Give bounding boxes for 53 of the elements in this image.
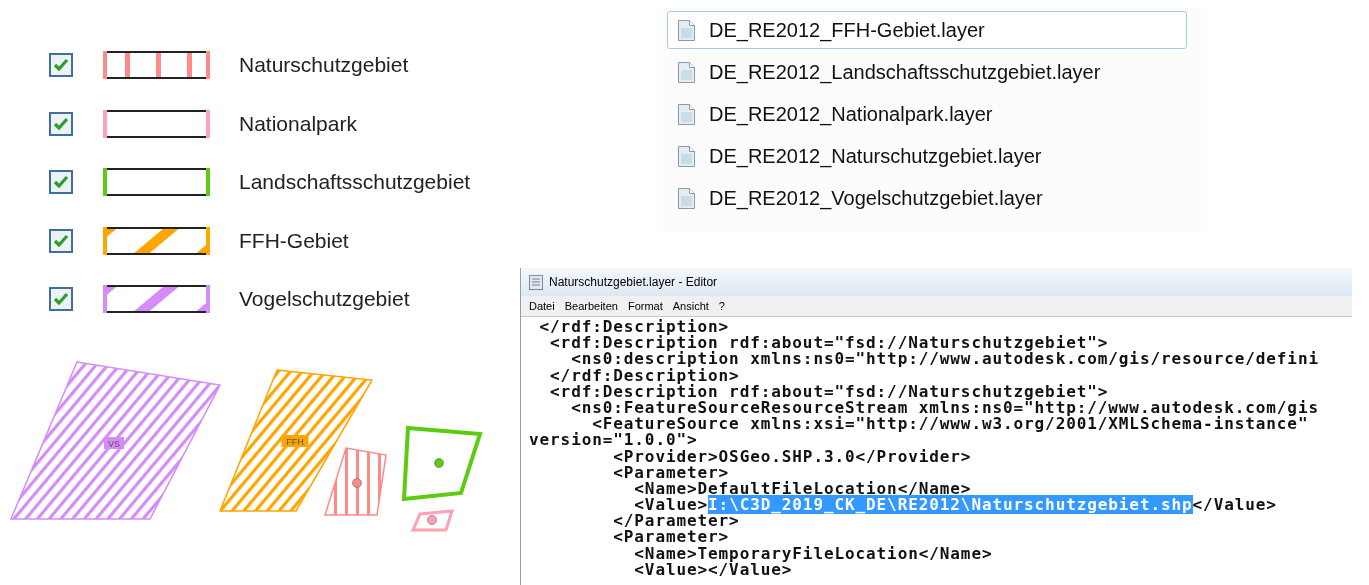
menu-item[interactable]: Datei	[524, 300, 560, 312]
menu-item[interactable]: ?	[713, 300, 730, 312]
code-line: <ns0:FeatureSourceResourceStream xmlns:ns0="http://www.autodesk.com/gis	[571, 399, 1320, 417]
legend-label: Landschaftsschutzgebiet	[239, 170, 471, 195]
legend-label: Vogelschutzgebiet	[239, 287, 410, 312]
layer-checkbox[interactable]	[49, 111, 73, 136]
file-item[interactable]: DE_RE2012_FFH-Gebiet.layer	[667, 11, 1187, 49]
notepad-icon	[529, 274, 543, 290]
legend-label: FFH-Gebiet	[239, 228, 349, 253]
layer-checkbox[interactable]	[49, 287, 73, 312]
layer-checkbox[interactable]	[49, 228, 73, 253]
code-line: </rdf:Description>	[538, 319, 731, 336]
selected-text: I:\C3D_2019_CK_DE\RE2012\Naturschutzgebiet.shp	[708, 495, 1193, 515]
code-line: <ns0:description xmlns:ns0="http://www.autodesk.com/gis/resource/defini	[571, 351, 1320, 368]
code-text: <Value>	[634, 495, 709, 515]
code-line: </Parameter>	[612, 513, 740, 530]
document-icon	[678, 145, 695, 167]
code-line: <Provider>OSGeo.SHP.3.0</Provider>	[612, 448, 973, 465]
checkmark-icon	[53, 292, 69, 307]
code-line: <rdf:Description rdf:about="fsd://Naturschutzgebiet">	[550, 335, 1109, 352]
checkmark-icon	[53, 233, 69, 248]
document-icon	[678, 61, 695, 83]
checkmark-icon	[53, 116, 69, 131]
menu-item[interactable]: Bearbeiten	[559, 300, 623, 312]
checkmark-icon	[53, 175, 69, 190]
label-marker	[352, 477, 362, 488]
layer-checkbox[interactable]	[49, 170, 73, 195]
layer-checkbox[interactable]	[49, 53, 73, 78]
checkmark-icon	[53, 58, 69, 73]
document-icon	[678, 19, 695, 41]
file-item[interactable]: DE_RE2012_Naturschutzgebiet.layer	[667, 137, 1187, 175]
code-line: <Parameter>	[612, 529, 730, 546]
code-line: version="1.0.0">	[529, 432, 698, 449]
document-icon	[678, 103, 695, 125]
menu-item[interactable]: Ansicht	[667, 300, 714, 312]
menu-item[interactable]: Format	[622, 300, 668, 312]
file-item[interactable]: DE_RE2012_Landschaftsschutzgebiet.layer	[667, 53, 1187, 91]
label-marker	[434, 457, 444, 468]
code-line: <Name>DefaultFileLocation</Name>	[633, 480, 972, 498]
legend-label: Naturschutzgebiet	[239, 53, 409, 78]
document-icon	[678, 187, 695, 209]
code-line: <rdf:Description rdf:about="fsd://Naturschutzgebiet">	[549, 383, 1109, 400]
legend-label: Nationalpark	[239, 111, 357, 136]
file-item[interactable]: DE_RE2012_Vogelschutzgebiet.layer	[667, 179, 1187, 217]
code-text: </Value>	[1192, 495, 1277, 515]
code-line: <FeatureSource xmlns:xsi="http://www.w3.org/2001/XMLSchema-instance"	[592, 416, 1309, 433]
window-title: Naturschutzgebiet.layer - Editor	[549, 275, 718, 289]
code-line: <Parameter>	[612, 464, 730, 481]
code-line: <Value></Value>	[633, 561, 793, 578]
file-item[interactable]: DE_RE2012_Nationalpark.layer	[667, 95, 1187, 133]
code-line: </rdf:Description>	[549, 367, 740, 384]
code-line: <Name>TemporaryFileLocation</Name>	[633, 545, 994, 562]
label-marker	[427, 514, 437, 525]
